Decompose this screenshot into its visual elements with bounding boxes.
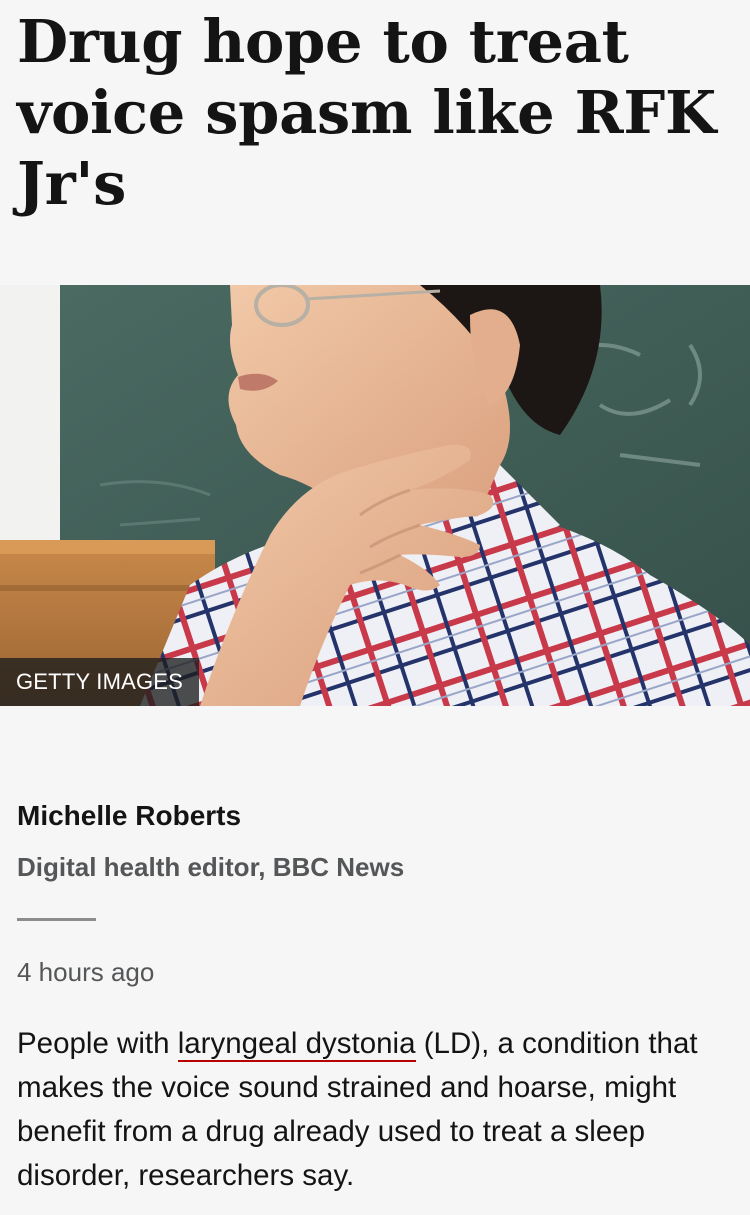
author-role: Digital health editor, BBC News [17, 852, 405, 882]
article-page: Drug hope to treat voice spasm like RFK … [0, 0, 750, 1215]
author-name[interactable]: Michelle Roberts [17, 800, 241, 832]
lede-text-start: People with [17, 1027, 178, 1060]
byline-divider [17, 918, 96, 921]
publish-time: 4 hours ago [17, 957, 155, 987]
laryngeal-dystonia-link[interactable]: laryngeal dystonia [177, 1027, 416, 1062]
hero-photo-illustration [0, 285, 750, 706]
image-credit: GETTY IMAGES [0, 658, 200, 706]
hero-image[interactable]: GETTY IMAGES [0, 285, 750, 706]
article-lede: People with laryngeal dystonia (LD), a c… [17, 1022, 733, 1198]
article-headline: Drug hope to treat voice spasm like RFK … [17, 7, 716, 218]
